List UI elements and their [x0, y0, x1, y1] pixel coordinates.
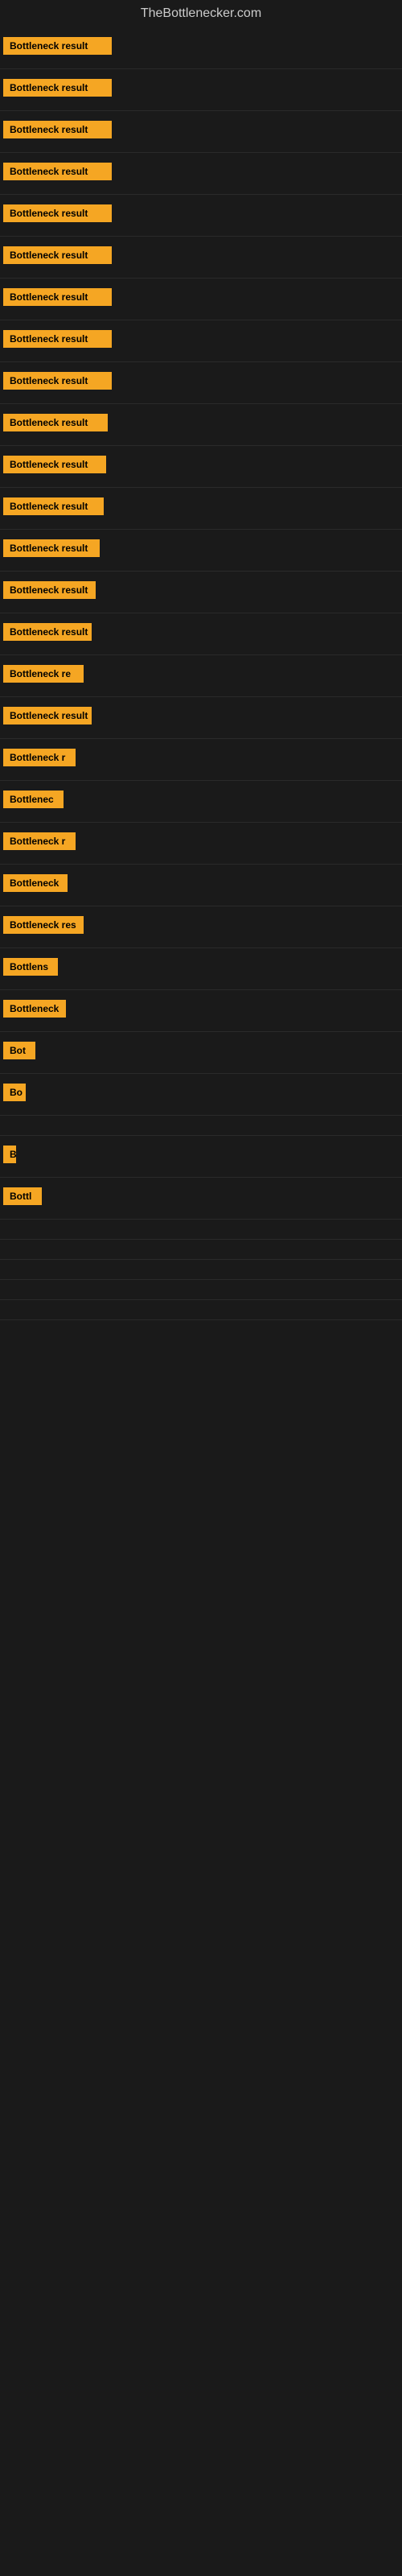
bottleneck-result-bar[interactable]: Bottleneck result	[3, 288, 112, 306]
bottleneck-result-bar[interactable]: Bottleneck result	[3, 414, 108, 431]
bottleneck-result-bar[interactable]: Bottleneck	[3, 874, 68, 892]
list-item: Bottleneck result	[0, 279, 402, 320]
list-item: Bottleneck	[0, 865, 402, 906]
bottleneck-result-bar[interactable]: B	[3, 1146, 16, 1163]
bottleneck-result-bar[interactable]: Bottleneck result	[3, 456, 106, 473]
bottleneck-result-bar[interactable]: Bottleneck result	[3, 623, 92, 641]
list-item: Bottlenec	[0, 781, 402, 823]
bottleneck-result-bar[interactable]: Bo	[3, 1084, 26, 1101]
list-item: Bottleneck res	[0, 906, 402, 948]
list-item	[0, 1240, 402, 1260]
list-item: Bottleneck result	[0, 69, 402, 111]
bottleneck-result-bar[interactable]: Bottleneck result	[3, 246, 112, 264]
list-item	[0, 1280, 402, 1300]
bottleneck-result-bar[interactable]: Bottleneck result	[3, 37, 112, 55]
list-item: Bottleneck result	[0, 530, 402, 572]
list-item: Bottleneck r	[0, 823, 402, 865]
list-item: Bottleneck result	[0, 488, 402, 530]
list-item	[0, 1116, 402, 1136]
bottleneck-result-bar[interactable]: Bottleneck r	[3, 832, 76, 850]
list-item: Bottleneck result	[0, 697, 402, 739]
rows-container: Bottleneck result Bottleneck result Bottle…	[0, 27, 402, 1320]
list-item: Bottleneck result	[0, 362, 402, 404]
bottleneck-result-bar[interactable]: Bottleneck result	[3, 121, 112, 138]
list-item: Bottleneck result	[0, 111, 402, 153]
bottleneck-result-bar[interactable]: Bot	[3, 1042, 35, 1059]
bottleneck-result-bar[interactable]: Bottleneck res	[3, 916, 84, 934]
bottleneck-result-bar[interactable]: Bottleneck result	[3, 539, 100, 557]
list-item	[0, 1260, 402, 1280]
list-item: Bottleneck re	[0, 655, 402, 697]
bottleneck-result-bar[interactable]: Bottleneck result	[3, 372, 112, 390]
site-header: TheBottlenecker.com	[0, 0, 402, 27]
list-item: Bottleneck result	[0, 153, 402, 195]
list-item: Bottleneck result	[0, 572, 402, 613]
bottleneck-result-bar[interactable]: Bottleneck result	[3, 163, 112, 180]
list-item: Bottleneck result	[0, 613, 402, 655]
bottleneck-result-bar[interactable]: Bottleneck result	[3, 330, 112, 348]
bottleneck-result-bar[interactable]: Bottleneck r	[3, 749, 76, 766]
bottleneck-result-bar[interactable]: Bottleneck result	[3, 204, 112, 222]
site-title: TheBottlenecker.com	[0, 0, 402, 27]
list-item: Bottleneck result	[0, 446, 402, 488]
bottleneck-result-bar[interactable]: Bottleneck result	[3, 707, 92, 724]
bottleneck-result-bar[interactable]: Bottlenec	[3, 791, 64, 808]
list-item: Bottleneck r	[0, 739, 402, 781]
list-item: Bottleneck	[0, 990, 402, 1032]
list-item	[0, 1300, 402, 1320]
bottleneck-result-bar[interactable]: Bottleneck result	[3, 581, 96, 599]
list-item: Bottleneck result	[0, 237, 402, 279]
list-item: Bottl	[0, 1178, 402, 1220]
list-item: Bot	[0, 1032, 402, 1074]
bottleneck-result-bar[interactable]: Bottlens	[3, 958, 58, 976]
list-item: Bottleneck result	[0, 320, 402, 362]
bottleneck-result-bar[interactable]: Bottleneck	[3, 1000, 66, 1018]
bottleneck-result-bar[interactable]: Bottleneck re	[3, 665, 84, 683]
bottleneck-result-bar[interactable]: Bottl	[3, 1187, 42, 1205]
list-item: Bottlens	[0, 948, 402, 990]
list-item: Bottleneck result	[0, 195, 402, 237]
bottleneck-result-bar[interactable]: Bottleneck result	[3, 79, 112, 97]
list-item: Bottleneck result	[0, 27, 402, 69]
list-item: Bottleneck result	[0, 404, 402, 446]
bottleneck-result-bar[interactable]: Bottleneck result	[3, 497, 104, 515]
list-item: Bo	[0, 1074, 402, 1116]
list-item	[0, 1220, 402, 1240]
list-item: B	[0, 1136, 402, 1178]
